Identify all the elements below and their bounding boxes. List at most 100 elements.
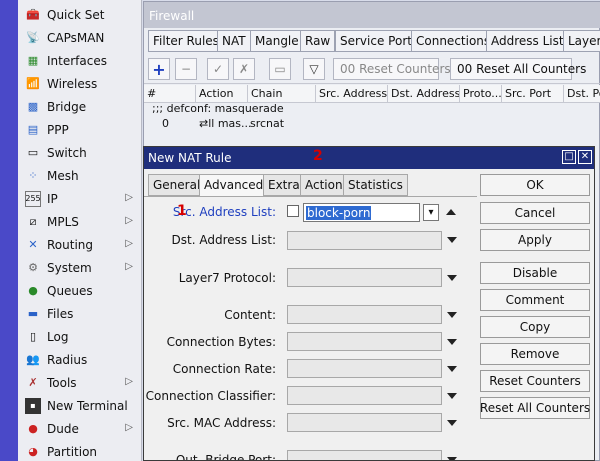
tab-connections[interactable]: Connections	[411, 30, 496, 52]
interfaces-icon: ▦	[27, 54, 39, 67]
expand-down-icon[interactable]	[447, 312, 457, 318]
sidebar-item-interfaces[interactable]: ▦ Interfaces	[18, 49, 141, 72]
column-header[interactable]: Chain	[248, 85, 316, 103]
sidebar-item-files[interactable]: ▬ Files	[18, 302, 141, 325]
ip-icon: 255	[25, 190, 41, 207]
tab-statistics[interactable]: Statistics	[343, 174, 408, 196]
tab-service-ports[interactable]: Service Ports	[335, 30, 424, 52]
sidebar-item-ip[interactable]: 255 IP ▷	[18, 187, 141, 210]
sidebar-item-bridge[interactable]: ▩ Bridge	[18, 95, 141, 118]
table-row[interactable]: 0 ⇄ll mas... srcnat	[144, 116, 600, 132]
submenu-arrow-icon: ▷	[125, 238, 133, 249]
out-bridge-port-field[interactable]	[287, 450, 442, 460]
expand-down-icon[interactable]	[447, 237, 457, 243]
dropdown-toggle-icon[interactable]: ▾	[423, 204, 439, 221]
disable-button[interactable]: Disable	[480, 262, 590, 284]
column-header[interactable]: Src. Port	[502, 85, 564, 103]
filter-icon[interactable]: ▽	[303, 58, 325, 80]
submenu-arrow-icon: ▷	[125, 192, 133, 203]
maximize-icon[interactable]: □	[562, 150, 576, 164]
rule-chain: srcnat	[250, 117, 285, 130]
tools-icon: ✗	[28, 376, 38, 389]
expand-down-icon[interactable]	[447, 393, 457, 399]
remove-button[interactable]: Remove	[480, 343, 590, 365]
expand-down-icon[interactable]	[447, 339, 457, 345]
tab-mangle[interactable]: Mangle	[250, 30, 304, 52]
not-checkbox[interactable]	[287, 205, 299, 217]
comment-icon[interactable]: ▭	[269, 58, 291, 80]
column-header[interactable]: Action	[196, 85, 248, 103]
disable-icon[interactable]: ✗	[233, 58, 255, 80]
apply-button[interactable]: Apply	[480, 229, 590, 251]
dst-address-list-field[interactable]	[287, 231, 442, 250]
column-header[interactable]: #	[144, 85, 196, 103]
sidebar-item-switch[interactable]: ▭ Switch	[18, 141, 141, 164]
tab-address-lists[interactable]: Address Lists	[486, 30, 575, 52]
connection-rate-field[interactable]	[287, 359, 442, 378]
close-icon[interactable]: ✕	[578, 150, 592, 164]
tab-layer7[interactable]: Layer7	[563, 30, 600, 52]
sidebar-item-mesh[interactable]: ⁘ Mesh	[18, 164, 141, 187]
bridge-icon: ▩	[27, 100, 39, 113]
sidebar-item-radius[interactable]: 👥 Radius	[18, 348, 141, 371]
column-header[interactable]: Src. Address	[316, 85, 388, 103]
per-connection-classifier-field[interactable]	[287, 386, 442, 405]
submenu-arrow-icon: ▷	[125, 376, 133, 387]
column-header[interactable]: Dst. Address	[388, 85, 460, 103]
comment-button[interactable]: Comment	[480, 289, 590, 311]
connection-rate-label: Connection Rate:	[172, 362, 276, 376]
expand-down-icon[interactable]	[447, 366, 457, 372]
src-mac-address-field[interactable]	[287, 413, 442, 432]
sidebar-item-system[interactable]: ⚙ System ▷	[18, 256, 141, 279]
sidebar-item-label: Routing	[47, 237, 94, 252]
layer7-protocol-field[interactable]	[287, 268, 442, 287]
column-header[interactable]: Proto...	[460, 85, 502, 103]
rule-comment: ;;; defconf: masquerade	[152, 102, 284, 115]
connection-bytes-field[interactable]	[287, 332, 442, 351]
rule-number: 0	[162, 117, 169, 130]
expand-down-icon[interactable]	[447, 420, 457, 426]
expand-down-icon[interactable]	[447, 275, 457, 281]
tab-advanced[interactable]: Advanced	[199, 174, 269, 197]
sidebar-item-quick-set[interactable]: 🧰 Quick Set	[18, 3, 141, 26]
add-icon[interactable]: +	[148, 58, 170, 80]
mpls-icon: ⧄	[29, 214, 37, 228]
tab-nat[interactable]: NAT	[217, 30, 251, 52]
sidebar-item-tools[interactable]: ✗ Tools ▷	[18, 371, 141, 394]
column-header[interactable]: Dst. Po	[564, 85, 600, 103]
sidebar-item-ppp[interactable]: ▤ PPP	[18, 118, 141, 141]
reset-counters-button[interactable]: Reset Counters	[480, 370, 590, 392]
new-nat-rule-dialog: New NAT Rule □ ✕ General Advanced Extra …	[143, 146, 595, 461]
submenu-arrow-icon: ▷	[125, 215, 133, 226]
copy-button[interactable]: Copy	[480, 316, 590, 338]
remove-icon[interactable]: −	[175, 58, 197, 80]
submenu-arrow-icon: ▷	[125, 261, 133, 272]
sidebar-item-capsman[interactable]: 📡 CAPsMAN	[18, 26, 141, 49]
src-address-list-field[interactable]: block-porn	[303, 203, 420, 222]
sidebar-item-mpls[interactable]: ⧄ MPLS ▷	[18, 210, 141, 233]
sidebar-item-routing[interactable]: ✕ Routing ▷	[18, 233, 141, 256]
collapse-up-icon[interactable]	[446, 209, 456, 215]
reset-counters-button[interactable]: 00 Reset Counters	[333, 58, 451, 80]
tab-extra[interactable]: Extra	[263, 174, 305, 196]
sidebar-item-queues[interactable]: ● Queues	[18, 279, 141, 302]
ok-button[interactable]: OK	[480, 174, 590, 196]
expand-down-icon[interactable]	[447, 457, 457, 460]
radius-icon: 👥	[26, 353, 40, 366]
sidebar-item-partition[interactable]: ◕ Partition	[18, 440, 141, 461]
reset-all-counters-button[interactable]: Reset All Counters	[480, 397, 590, 419]
sidebar-item-wireless[interactable]: 📶 Wireless	[18, 72, 141, 95]
content-field[interactable]	[287, 305, 442, 324]
cancel-button[interactable]: Cancel	[480, 202, 590, 224]
reset-all-counters-button[interactable]: 00 Reset All Counters	[450, 58, 586, 80]
sidebar-item-dude[interactable]: ● Dude ▷	[18, 417, 141, 440]
tab-filter-rules[interactable]: Filter Rules	[148, 30, 224, 52]
tab-action[interactable]: Action	[300, 174, 348, 196]
submenu-arrow-icon: ▷	[125, 422, 133, 433]
tab-raw[interactable]: Raw	[300, 30, 336, 52]
enable-icon[interactable]: ✓	[207, 58, 229, 80]
sidebar-item-new-terminal[interactable]: ▪ New Terminal	[18, 394, 141, 417]
tab-general[interactable]: General	[148, 174, 206, 196]
sidebar-item-label: Files	[47, 306, 74, 321]
sidebar-item-log[interactable]: ▯ Log	[18, 325, 141, 348]
